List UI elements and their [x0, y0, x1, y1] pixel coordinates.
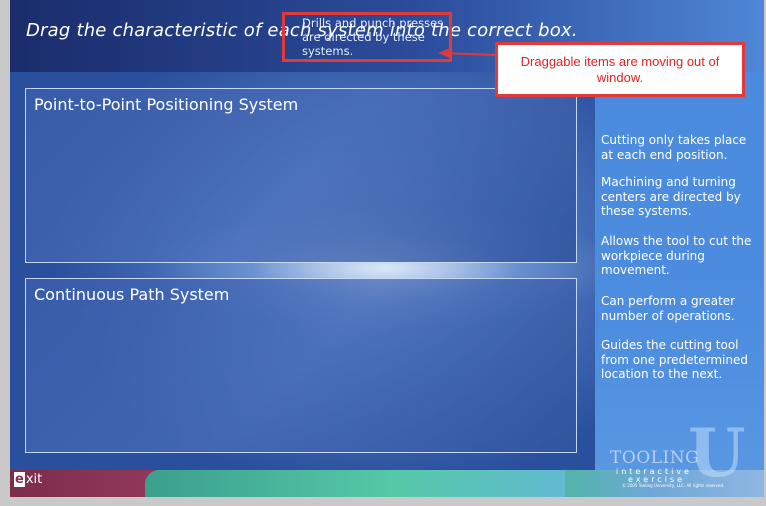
annotation-highlight-box: [282, 12, 452, 62]
logo-brand-text: TOOLING: [610, 448, 700, 468]
exit-e-icon: e: [14, 472, 25, 487]
footer-accent-teal: [145, 470, 565, 497]
exit-label: xit: [25, 472, 43, 487]
draggable-item[interactable]: Can perform a greater number of operatio…: [601, 294, 753, 323]
drop-box-continuous-path[interactable]: Continuous Path System: [25, 278, 577, 453]
exercise-stage: Drag the characteristic of each system i…: [10, 0, 764, 497]
draggable-item[interactable]: Cutting only takes place at each end pos…: [601, 133, 753, 162]
annotation-callout: Draggable items are moving out of window…: [495, 42, 745, 97]
tooling-u-logo: U TOOLING interactive exercise © 2005 To…: [610, 420, 760, 495]
draggable-item[interactable]: Allows the tool to cut the workpiece dur…: [601, 234, 753, 278]
drop-box-label: Continuous Path System: [34, 285, 230, 304]
drop-box-point-to-point[interactable]: Point-to-Point Positioning System: [25, 88, 577, 263]
logo-copyright: © 2005 Tooling University, LLC. All righ…: [622, 483, 725, 488]
logo-subtitle: interactive exercise: [616, 468, 692, 484]
exit-button[interactable]: e xit: [14, 472, 42, 487]
draggable-item[interactable]: Guides the cutting tool from one predete…: [601, 338, 753, 382]
drop-box-label: Point-to-Point Positioning System: [34, 95, 299, 114]
draggable-item[interactable]: Machining and turning centers are direct…: [601, 175, 753, 219]
